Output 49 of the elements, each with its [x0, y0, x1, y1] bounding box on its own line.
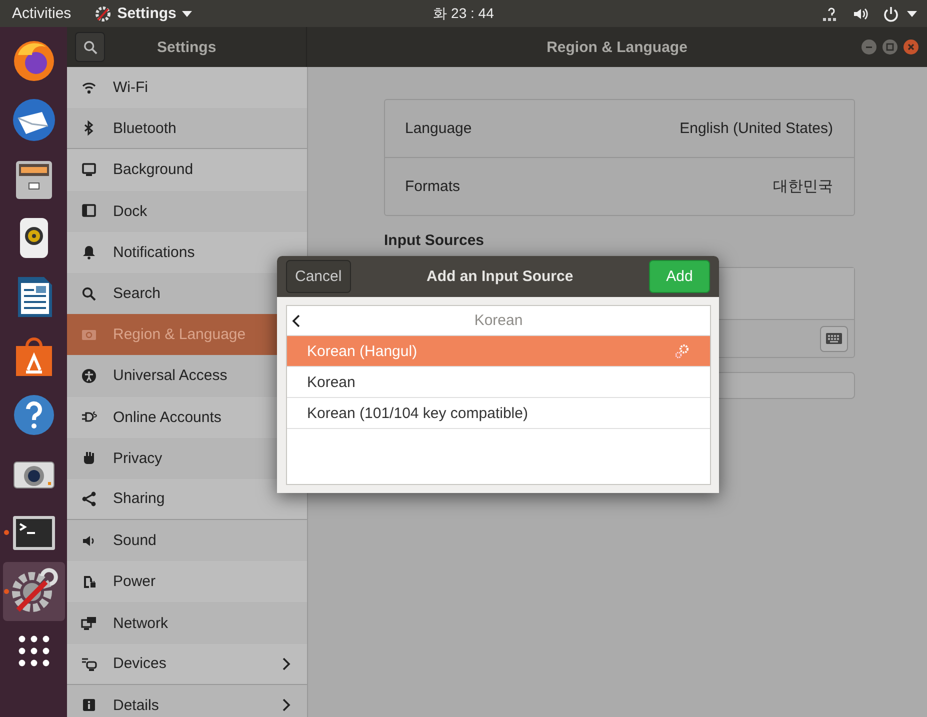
keyboard-icon [826, 333, 842, 344]
sidebar-item[interactable]: Background [67, 149, 307, 191]
sidebar-item[interactable]: Details [67, 684, 307, 717]
network-icon [81, 615, 97, 632]
hand-icon [81, 450, 97, 466]
caret-icon [907, 10, 917, 16]
share-icon [81, 490, 97, 507]
sidebar-item[interactable]: Dock [67, 190, 307, 232]
caret-icon [182, 10, 192, 16]
app-menu[interactable]: Settings [95, 5, 192, 22]
bell-icon [81, 244, 97, 260]
devices-icon [81, 656, 97, 672]
clock[interactable]: 화 23 : 44 [433, 4, 494, 22]
background-icon [81, 162, 97, 178]
network-question-icon[interactable] [821, 6, 839, 22]
settings-row[interactable]: Formats 대한민국 [385, 157, 854, 215]
settings-row[interactable]: Language English (United States) [385, 100, 854, 157]
back-chevron-icon [292, 314, 301, 328]
search-button[interactable] [75, 32, 105, 62]
sidebar-item[interactable]: Power [67, 561, 307, 602]
search-icon [82, 40, 98, 54]
power-icon [883, 6, 899, 22]
sidebar-item[interactable]: Sound [67, 520, 307, 562]
list-item[interactable]: Korean [287, 367, 710, 398]
window-title: Region & Language [546, 38, 688, 56]
access-icon [81, 368, 97, 384]
sidebar-item[interactable]: Wi-Fi [67, 67, 307, 108]
dock-icon [81, 203, 97, 220]
close-icon[interactable] [903, 39, 919, 55]
activities-button[interactable]: Activities [12, 5, 72, 22]
system-menu[interactable] [883, 6, 917, 22]
info-icon [81, 697, 97, 714]
wifi-icon [81, 80, 97, 96]
cancel-button[interactable]: Cancel [286, 260, 351, 293]
section-heading: Input Sources [384, 232, 486, 251]
app-grid-icon[interactable] [18, 634, 50, 666]
volume-icon[interactable] [853, 6, 869, 22]
power-icon [81, 574, 97, 590]
sidebar-title: Settings [157, 38, 216, 56]
gear-wrench-icon [95, 6, 112, 22]
sidebar-item[interactable]: Bluetooth [67, 108, 307, 150]
sidebar-item[interactable]: Network [67, 602, 307, 644]
keyboard-button[interactable] [820, 326, 848, 352]
dialog-title: Add an Input Source [426, 268, 574, 285]
search-icon [81, 286, 97, 302]
list-item[interactable]: Korean (101/104 key compatible) [287, 398, 710, 429]
minimize-icon[interactable] [861, 39, 877, 55]
list-header: Korean [474, 312, 523, 329]
maximize-icon[interactable] [882, 39, 898, 55]
